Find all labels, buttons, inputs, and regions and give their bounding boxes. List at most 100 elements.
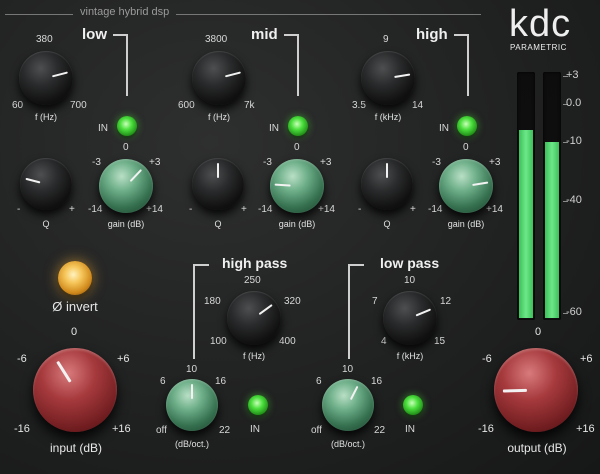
lp-slope-knob[interactable]	[322, 379, 374, 431]
meter-left	[517, 72, 535, 320]
high-q-right: +	[410, 204, 416, 215]
low-freq-left: 60	[12, 100, 24, 111]
hp-slope-knob[interactable]	[166, 379, 218, 431]
tagline: vintage hybrid dsp	[80, 6, 170, 18]
hp-in-led[interactable]	[248, 395, 268, 415]
meter-scale-label: -10	[566, 135, 582, 147]
bracket-mid-h	[284, 34, 298, 36]
lp-in-label: IN	[405, 424, 415, 435]
high-gain-knob[interactable]	[439, 159, 493, 213]
input-label: input (dB)	[49, 441, 103, 455]
top-rule-right	[176, 14, 481, 15]
high-q-knob[interactable]	[361, 158, 413, 210]
hp-in-label: IN	[250, 424, 260, 435]
low-freq-knob[interactable]	[19, 51, 73, 105]
low-freq-label: f (Hz)	[35, 112, 57, 122]
bracket-lp-v	[348, 264, 350, 359]
lp-freq-knob[interactable]	[383, 291, 437, 345]
output-knob[interactable]	[494, 348, 578, 432]
mid-gain-bl: -14	[258, 204, 273, 215]
lp-slope-label: (dB/oct.)	[330, 439, 366, 449]
mid-freq-right: 7k	[244, 100, 255, 111]
lp-freq-tr: 12	[440, 296, 452, 307]
lp-freq-label: f (kHz)	[396, 351, 424, 361]
bracket-high-v	[467, 34, 469, 96]
lp-freq-bl: 4	[381, 336, 387, 347]
bracket-low-v	[126, 34, 128, 96]
invert-led[interactable]	[58, 261, 92, 295]
hp-slope-top: 10	[186, 364, 198, 375]
hp-slope-label: (dB/oct.)	[174, 439, 210, 449]
mid-gain-label: gain (dB)	[278, 219, 316, 229]
low-gain-top: 0	[123, 142, 129, 153]
output-br: +16	[576, 423, 595, 435]
low-gain-knob[interactable]	[99, 159, 153, 213]
mid-gain-knob[interactable]	[270, 159, 324, 213]
input-bl: -16	[14, 423, 30, 435]
mid-gain-tl: -3	[263, 157, 272, 168]
lp-freq-top: 10	[404, 275, 416, 286]
mid-gain-br: +14	[318, 204, 335, 215]
low-gain-tr: +3	[149, 157, 161, 168]
low-freq-top: 380	[36, 34, 53, 45]
high-freq-right: 14	[412, 100, 424, 111]
meter-right	[543, 72, 561, 320]
brand-sub: PARAMETRIC	[510, 43, 567, 52]
low-gain-label: gain (dB)	[107, 219, 145, 229]
hp-freq-knob[interactable]	[227, 291, 281, 345]
hp-freq-tr: 320	[284, 296, 301, 307]
meter-scale-label: -40	[566, 194, 582, 206]
low-in-label: IN	[98, 123, 108, 134]
mid-q-label: Q	[214, 219, 222, 229]
high-gain-tl: -3	[432, 157, 441, 168]
highpass-title: high pass	[222, 255, 288, 271]
lp-freq-tl: 7	[372, 296, 378, 307]
hp-freq-bl: 100	[210, 336, 227, 347]
lp-in-led[interactable]	[403, 395, 423, 415]
low-in-led[interactable]	[117, 116, 137, 136]
high-gain-tr: +3	[489, 157, 501, 168]
lp-slope-top: 10	[342, 364, 354, 375]
mid-q-right: +	[241, 204, 247, 215]
mid-in-led[interactable]	[288, 116, 308, 136]
input-knob[interactable]	[33, 348, 117, 432]
hp-freq-top: 250	[244, 275, 261, 286]
hp-slope-br: 22	[219, 425, 231, 436]
output-bl: -16	[478, 423, 494, 435]
meter-scale-label: -60	[566, 306, 582, 318]
band-title-low: low	[82, 26, 107, 43]
lp-slope-bl: off	[311, 425, 322, 436]
hp-slope-bl: off	[156, 425, 167, 436]
low-gain-br: +14	[146, 204, 163, 215]
lp-slope-br: 22	[374, 425, 386, 436]
mid-freq-top: 3800	[205, 34, 228, 45]
mid-q-knob[interactable]	[192, 158, 244, 210]
meter-right-fill	[545, 141, 559, 318]
bracket-low-h	[113, 34, 127, 36]
mid-freq-knob[interactable]	[192, 51, 246, 105]
high-in-label: IN	[439, 123, 449, 134]
band-title-mid: mid	[251, 26, 278, 43]
high-gain-label: gain (dB)	[447, 219, 485, 229]
low-gain-bl: -14	[88, 204, 103, 215]
bracket-hp-h	[193, 264, 209, 266]
output-tr: +6	[580, 353, 593, 365]
bracket-mid-v	[297, 34, 299, 96]
hp-freq-label: f (Hz)	[243, 351, 265, 361]
low-gain-tl: -3	[92, 157, 101, 168]
brand-logo: kdc	[509, 3, 572, 45]
high-freq-label: f (kHz)	[374, 112, 402, 122]
high-freq-left: 3.5	[352, 100, 366, 111]
top-rule-left	[5, 14, 73, 15]
low-q-right: +	[69, 204, 75, 215]
hp-slope-tr: 16	[215, 376, 227, 387]
input-top: 0	[70, 326, 78, 338]
high-in-led[interactable]	[457, 116, 477, 136]
low-q-knob[interactable]	[20, 158, 72, 210]
high-freq-knob[interactable]	[361, 51, 415, 105]
mid-gain-tr: +3	[320, 157, 332, 168]
meter-scale-label: +3	[566, 69, 579, 81]
input-tr: +6	[117, 353, 130, 365]
mid-in-label: IN	[269, 123, 279, 134]
mid-q-left: -	[189, 204, 193, 215]
